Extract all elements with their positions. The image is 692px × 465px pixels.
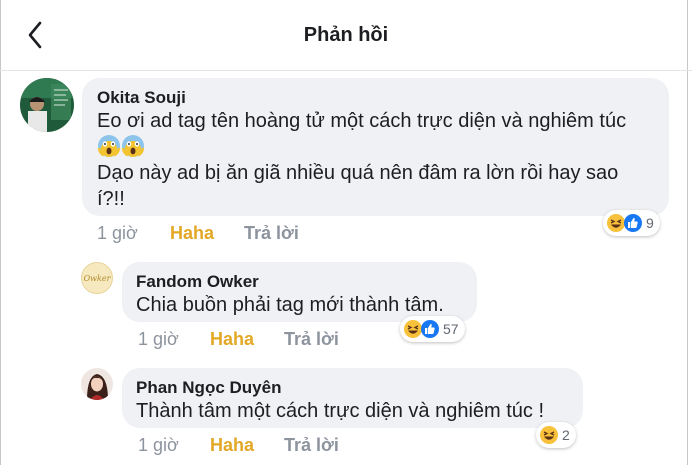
- reply-button[interactable]: Trả lời: [284, 329, 339, 350]
- avatar-logo-text: Owker: [83, 273, 111, 283]
- reaction-summary[interactable]: 2: [536, 422, 576, 448]
- reaction-count: 9: [646, 215, 654, 231]
- comment-text-line: í?!!: [97, 188, 125, 210]
- like-reaction-icon: [420, 319, 440, 339]
- comment-text-line: Eo ơi ad tag tên hoàng tử một cách trực …: [97, 110, 627, 132]
- reaction-count: 2: [562, 427, 570, 443]
- reply-text: Thành tâm một cách trực diện và nghiêm t…: [136, 400, 545, 422]
- reaction-count: 57: [443, 321, 459, 337]
- reply-timestamp: 1 giờ: [138, 329, 179, 349]
- reply-button[interactable]: Trả lời: [284, 435, 339, 456]
- avatar-phan-ngoc-duyen[interactable]: [81, 368, 113, 400]
- avatar-okita-souji[interactable]: [20, 78, 74, 132]
- reply-author[interactable]: Fandom Owker: [136, 272, 259, 292]
- reaction-summary[interactable]: 9: [603, 210, 660, 236]
- reaction-summary[interactable]: 57: [400, 316, 465, 342]
- comment-text-line: Dạo này ad bị ăn giã nhiều quá nên đâm r…: [97, 162, 619, 184]
- avatar-fandom-owker[interactable]: Owker: [81, 262, 113, 294]
- haha-reaction-button[interactable]: Haha: [170, 223, 214, 244]
- header-bar: Phản hồi: [0, 0, 692, 71]
- reply-button[interactable]: Trả lời: [244, 223, 299, 244]
- comment-timestamp: 1 giờ: [97, 223, 138, 243]
- haha-reaction-icon: [539, 425, 559, 445]
- page-title: Phản hồi: [303, 24, 389, 46]
- reply-text: Chia buồn phải tag mới thành tâm.: [136, 294, 444, 316]
- comment-emoji-line: [97, 134, 145, 160]
- haha-reaction-button[interactable]: Haha: [210, 435, 254, 456]
- like-reaction-icon: [623, 213, 643, 233]
- comment-author[interactable]: Okita Souji: [97, 88, 186, 108]
- reply-author[interactable]: Phan Ngọc Duyên: [136, 378, 281, 398]
- reply-timestamp: 1 giờ: [138, 435, 179, 455]
- haha-reaction-button[interactable]: Haha: [210, 329, 254, 350]
